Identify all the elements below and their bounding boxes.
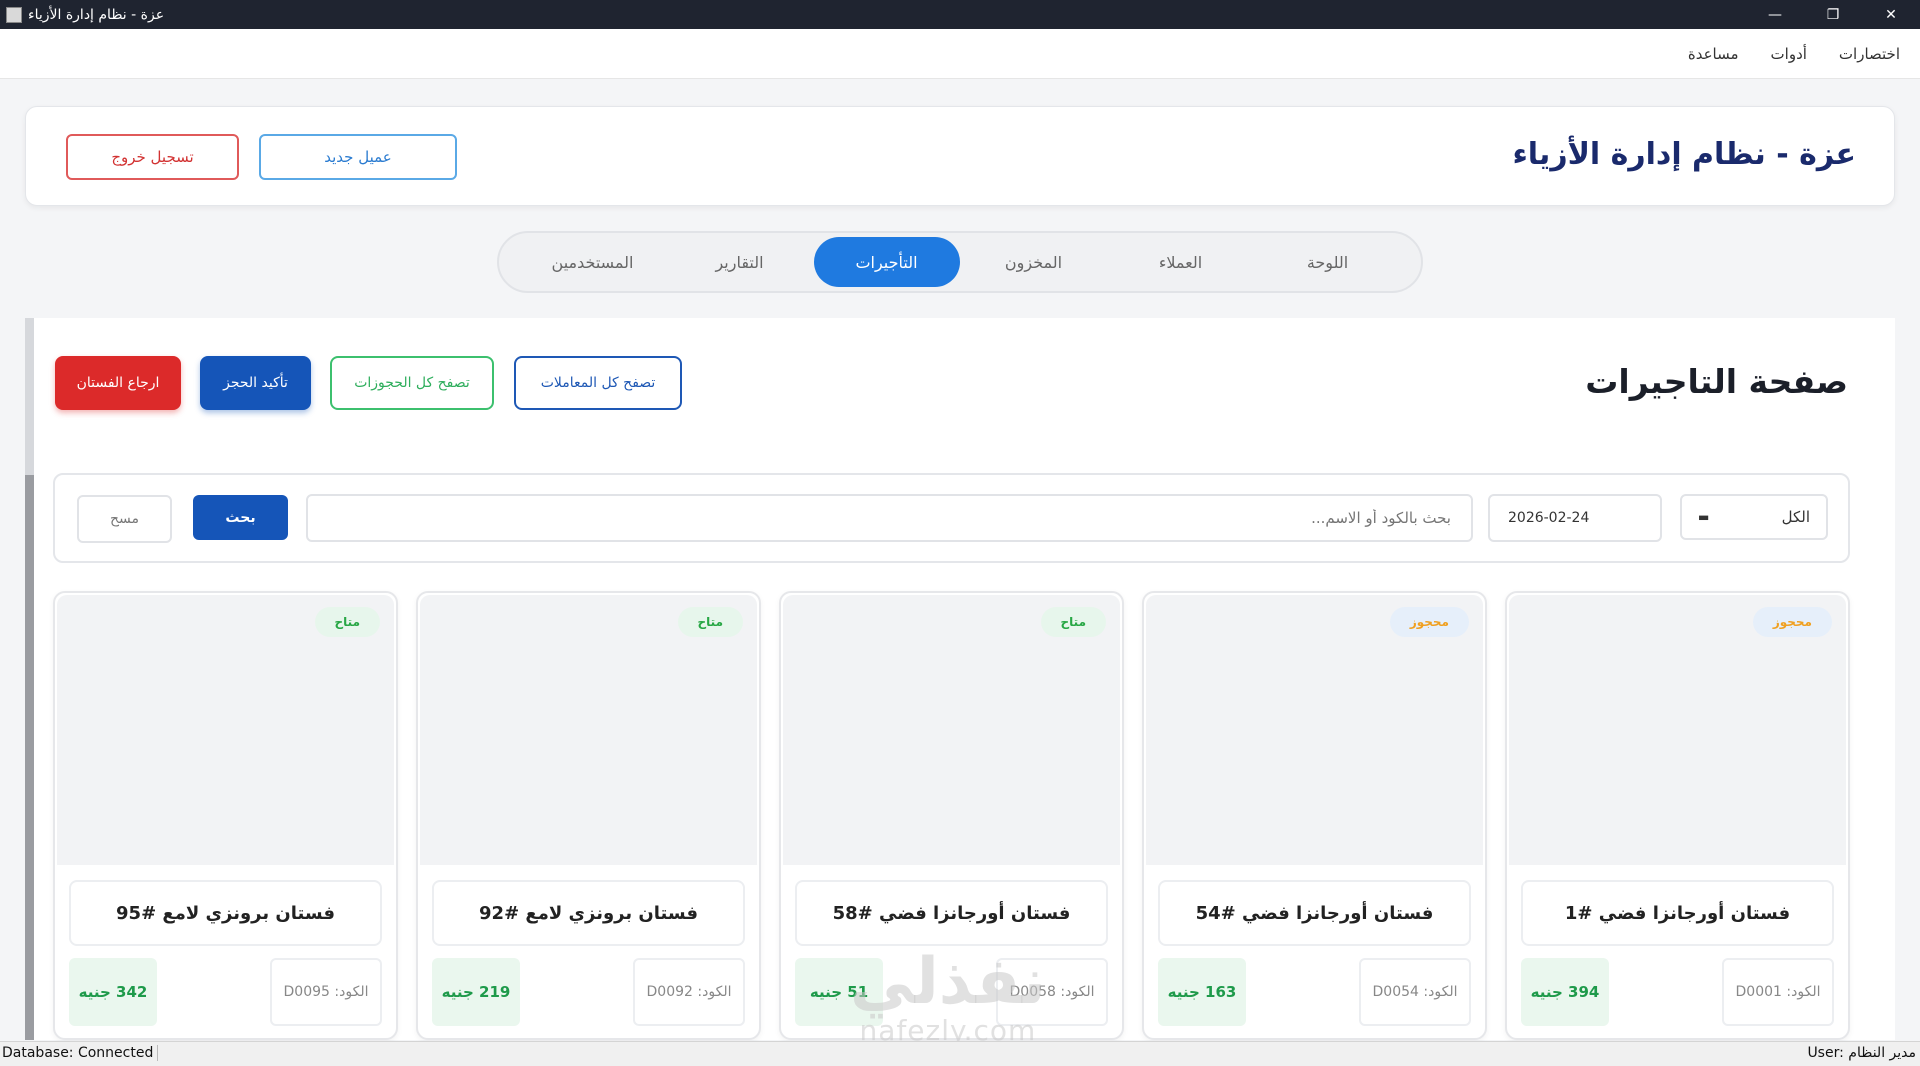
- dress-price: 219 جنيه: [432, 958, 520, 1026]
- tab-reports[interactable]: التقارير: [667, 237, 813, 287]
- header-card: عزة - نظام إدارة الأزياء عميل جديد تسجيل…: [25, 106, 1895, 206]
- confirm-booking-button[interactable]: تأكيد الحجز: [200, 356, 311, 410]
- dress-card[interactable]: محجوز فستان أورجانزا فضي #1 الكود: D0001…: [1505, 591, 1850, 1040]
- dress-code: الكود: D0001: [1722, 958, 1834, 1026]
- window-controls: — ❐ ✕: [1746, 0, 1920, 29]
- status-badge: متاح: [314, 607, 380, 637]
- tab-dashboard[interactable]: اللوحة: [1255, 237, 1401, 287]
- status-badge: محجوز: [1752, 607, 1832, 637]
- search-button[interactable]: بحث: [193, 495, 288, 540]
- dropdown-icon: ▬: [1698, 510, 1710, 524]
- user-status: User: مدير النظام: [1807, 1045, 1916, 1061]
- search-input[interactable]: [306, 494, 1473, 542]
- new-client-button[interactable]: عميل جديد: [259, 134, 457, 180]
- statusbar: Database: Connected User: مدير النظام: [0, 1041, 1920, 1066]
- browse-bookings-button[interactable]: تصفح كل الحجوزات: [330, 356, 494, 410]
- menubar: اختصارات أدوات مساعدة: [0, 29, 1920, 79]
- status-badge: متاح: [1040, 607, 1106, 637]
- dress-card[interactable]: متاح فستان برونزي لامع #92 الكود: D0092 …: [416, 591, 761, 1040]
- search-bar: الكل ▬ 2026-02-24 بحث مسح: [53, 473, 1850, 563]
- status-badge: محجوز: [1389, 607, 1469, 637]
- browse-transactions-button[interactable]: تصفح كل المعاملات: [514, 356, 682, 410]
- menu-shortcuts[interactable]: اختصارات: [1839, 45, 1900, 63]
- menu-tools[interactable]: أدوات: [1771, 45, 1807, 63]
- status-badge: متاح: [677, 607, 743, 637]
- dress-price: 51 جنيه: [795, 958, 883, 1026]
- logout-button[interactable]: تسجيل خروج: [66, 134, 239, 180]
- date-field[interactable]: 2026-02-24: [1488, 494, 1662, 542]
- minimize-button[interactable]: —: [1746, 0, 1804, 29]
- dress-price: 342 جنيه: [69, 958, 157, 1026]
- window-title: عزة - نظام إدارة الأزياء: [28, 6, 165, 23]
- dress-name: فستان أورجانزا فضي #58: [795, 880, 1108, 946]
- dress-price: 163 جنيه: [1158, 958, 1246, 1026]
- clear-button[interactable]: مسح: [77, 495, 172, 543]
- dress-name: فستان برونزي لامع #95: [69, 880, 382, 946]
- tab-users[interactable]: المستخدمين: [520, 237, 666, 287]
- window-titlebar: عزة - نظام إدارة الأزياء — ❐ ✕: [0, 0, 1920, 29]
- dress-code: الكود: D0095: [270, 958, 382, 1026]
- main-tabs: اللوحة العملاء المخزون التأجيرات التقاري…: [497, 231, 1423, 293]
- restore-button[interactable]: ❐: [1804, 0, 1862, 29]
- panel-scrollbar-thumb[interactable]: [25, 318, 34, 475]
- dress-card[interactable]: متاح فستان أورجانزا فضي #58 الكود: D0058…: [779, 591, 1124, 1040]
- page-title: صفحة التاجيرات: [1585, 362, 1848, 401]
- tab-inventory[interactable]: المخزون: [961, 237, 1107, 287]
- status-filter-select[interactable]: الكل ▬: [1680, 494, 1828, 540]
- db-status: Database: Connected: [2, 1045, 159, 1061]
- status-filter-value: الكل: [1781, 508, 1810, 526]
- dress-card[interactable]: محجوز فستان أورجانزا فضي #54 الكود: D005…: [1142, 591, 1487, 1040]
- dress-name: فستان أورجانزا فضي #54: [1158, 880, 1471, 946]
- menu-help[interactable]: مساعدة: [1688, 45, 1739, 63]
- return-dress-button[interactable]: ارجاع الفستان: [55, 356, 181, 410]
- tab-clients[interactable]: العملاء: [1108, 237, 1254, 287]
- close-button[interactable]: ✕: [1862, 0, 1920, 29]
- app-heading: عزة - نظام إدارة الأزياء: [1512, 137, 1856, 172]
- dress-name: فستان برونزي لامع #92: [432, 880, 745, 946]
- tab-rentals[interactable]: التأجيرات: [813, 237, 960, 287]
- dress-card[interactable]: متاح فستان برونزي لامع #95 الكود: D0095 …: [53, 591, 398, 1040]
- dress-name: فستان أورجانزا فضي #1: [1521, 880, 1834, 946]
- app-icon: [6, 6, 22, 23]
- dress-code: الكود: D0058: [996, 958, 1108, 1026]
- dress-code: الكود: D0054: [1359, 958, 1471, 1026]
- dress-price: 394 جنيه: [1521, 958, 1609, 1026]
- dress-code: الكود: D0092: [633, 958, 745, 1026]
